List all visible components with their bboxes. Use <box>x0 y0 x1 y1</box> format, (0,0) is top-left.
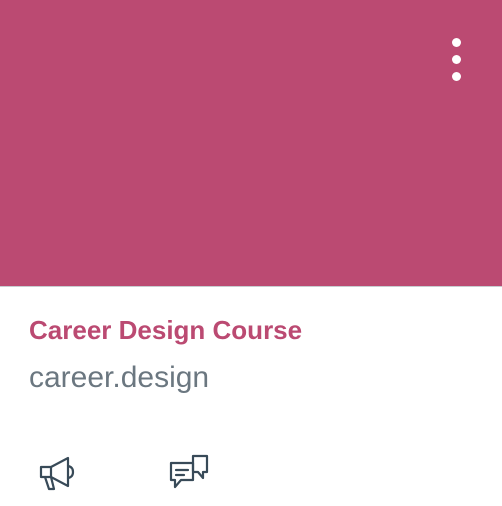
course-code: career.design <box>29 361 210 394</box>
course-card-header[interactable] <box>0 0 502 287</box>
menu-dot <box>452 72 461 81</box>
menu-dot <box>452 55 461 64</box>
more-options-icon[interactable] <box>440 34 472 84</box>
discussions-icon[interactable] <box>167 452 209 494</box>
menu-dot <box>452 38 461 47</box>
course-card: Career Design Course career.design <box>0 0 502 506</box>
course-title-link[interactable]: Career Design Course <box>29 312 302 348</box>
megaphone-icon[interactable] <box>37 452 79 494</box>
